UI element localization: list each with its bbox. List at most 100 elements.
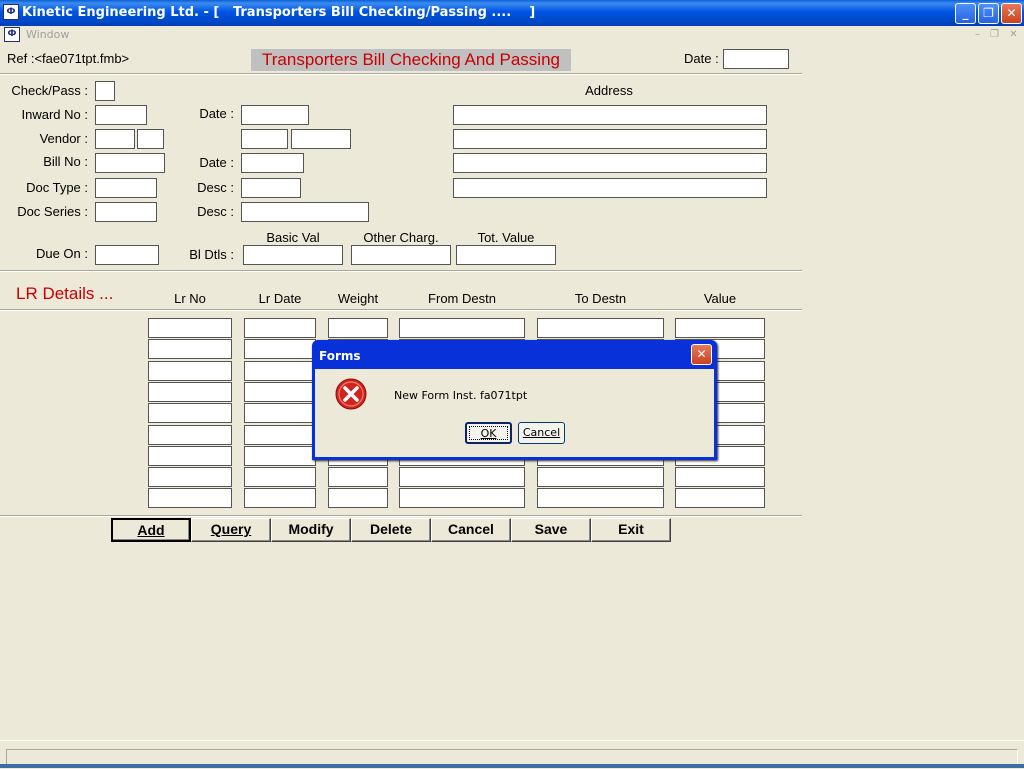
doc-series-field[interactable]	[95, 202, 157, 222]
basic-val-label: Basic Val	[266, 230, 320, 245]
lr-cell-lr-no[interactable]	[148, 425, 232, 445]
other-charg-field[interactable]	[351, 245, 451, 265]
dialog-ok-label: OK	[480, 427, 497, 440]
modify-button-label: Modify	[288, 521, 334, 537]
dialog-cancel-button[interactable]: Cancel	[518, 422, 565, 444]
lr-cell-lr-date[interactable]	[244, 382, 316, 402]
add-button[interactable]: Add	[111, 518, 191, 542]
lr-details-title: LR Details ...	[16, 284, 114, 303]
lr-cell-lr-date[interactable]	[244, 361, 316, 381]
lr-cell-weight[interactable]	[328, 467, 388, 487]
col-lr-date: Lr Date	[258, 291, 302, 306]
lr-cell-from-destn[interactable]	[399, 318, 525, 338]
other-charg-label: Other Charg.	[363, 230, 439, 245]
modify-button[interactable]: Modify	[271, 518, 351, 542]
divider	[0, 515, 802, 517]
doc-type-desc-label: Desc :	[197, 180, 234, 195]
lr-cell-from-destn[interactable]	[399, 467, 525, 487]
doc-type-label: Doc Type :	[26, 180, 88, 195]
lr-cell-from-destn[interactable]	[399, 488, 525, 508]
check-pass-checkbox[interactable]	[95, 81, 115, 101]
doc-series-label: Doc Series :	[17, 204, 88, 219]
bill-no-field[interactable]	[95, 153, 165, 173]
lr-cell-lr-date[interactable]	[244, 425, 316, 445]
lr-cell-to-destn[interactable]	[537, 318, 664, 338]
tot-value-label: Tot. Value	[477, 230, 535, 245]
col-value: Value	[703, 291, 737, 306]
inward-no-field[interactable]	[95, 105, 147, 125]
doc-type-field[interactable]	[95, 178, 157, 198]
dialog-message: New Form Inst. fa071tpt	[394, 389, 528, 402]
lr-cell-value[interactable]	[675, 488, 765, 508]
lr-cell-lr-no[interactable]	[148, 467, 232, 487]
lr-cell-lr-date[interactable]	[244, 467, 316, 487]
exit-button[interactable]: Exit	[591, 518, 671, 542]
lr-cell-weight[interactable]	[328, 318, 388, 338]
menu-window[interactable]: Window	[26, 28, 69, 41]
delete-button-label: Delete	[369, 521, 413, 537]
col-from-destn: From Destn	[428, 291, 496, 306]
lr-cell-lr-no[interactable]	[148, 488, 232, 508]
col-lr-no: Lr No	[174, 291, 206, 306]
lr-cell-lr-date[interactable]	[244, 339, 316, 359]
lr-cell-lr-no[interactable]	[148, 403, 232, 423]
cancel-button[interactable]: Cancel	[431, 518, 511, 542]
lr-cell-to-destn[interactable]	[537, 488, 664, 508]
lr-cell-lr-no[interactable]	[148, 361, 232, 381]
header-date-label: Date :	[684, 51, 719, 66]
doc-type-desc-field[interactable]	[241, 178, 301, 198]
lr-cell-lr-date[interactable]	[244, 403, 316, 423]
inward-date-field[interactable]	[241, 105, 309, 125]
save-button[interactable]: Save	[511, 518, 591, 542]
mdi-minimize-button[interactable]: –	[970, 28, 985, 41]
lr-cell-value[interactable]	[675, 467, 765, 487]
dialog-body: New Form Inst. fa071tpt OK Cancel	[315, 369, 714, 457]
bill-date-field[interactable]	[241, 153, 304, 173]
tot-value-field[interactable]	[456, 245, 556, 265]
basic-val-field[interactable]	[243, 245, 343, 265]
add-button-label: Add	[137, 522, 165, 538]
dialog-close-button[interactable]: ✕	[691, 344, 712, 365]
address-line-1[interactable]	[453, 105, 767, 125]
vendor-name-field-2[interactable]	[291, 129, 351, 149]
form-icon[interactable]: Ф	[4, 27, 20, 42]
due-on-field[interactable]	[95, 245, 159, 265]
vendor-subcode-field[interactable]	[137, 129, 164, 149]
dialog-title: Forms	[319, 349, 361, 363]
header-date-field[interactable]	[723, 49, 789, 69]
bill-date-label: Date :	[199, 155, 234, 170]
lr-cell-to-destn[interactable]	[537, 467, 664, 487]
lr-cell-lr-no[interactable]	[148, 339, 232, 359]
status-pane	[6, 749, 1018, 765]
dialog-ok-button[interactable]: OK	[465, 422, 512, 444]
lr-cell-lr-no[interactable]	[148, 318, 232, 338]
address-line-2[interactable]	[453, 129, 767, 149]
lr-cell-lr-no[interactable]	[148, 382, 232, 402]
mdi-close-button[interactable]: ✕	[1006, 28, 1021, 41]
lr-cell-lr-date[interactable]	[244, 446, 316, 466]
minimize-button[interactable]: _	[955, 3, 976, 24]
lr-cell-lr-no[interactable]	[148, 446, 232, 466]
lr-cell-value[interactable]	[675, 318, 765, 338]
page-title: Transporters Bill Checking And Passing	[251, 49, 571, 71]
close-button[interactable]: ✕	[1001, 3, 1022, 24]
doc-series-desc-field[interactable]	[241, 202, 369, 222]
address-line-4[interactable]	[453, 178, 767, 198]
due-on-label: Due On :	[35, 246, 88, 261]
restore-button[interactable]: ❐	[978, 3, 999, 24]
lr-cell-lr-date[interactable]	[244, 488, 316, 508]
mdi-restore-button[interactable]: ❐	[987, 28, 1002, 41]
col-to-destn: To Destn	[574, 291, 627, 306]
query-button-label: Query	[210, 521, 252, 537]
lr-cell-lr-date[interactable]	[244, 318, 316, 338]
bl-dtls-label: Bl Dtls :	[189, 247, 234, 262]
window-title: Kinetic Engineering Ltd. - [ Transporter…	[22, 5, 536, 20]
vendor-code-field[interactable]	[95, 129, 135, 149]
lr-cell-weight[interactable]	[328, 488, 388, 508]
bill-no-label: Bill No :	[43, 154, 88, 169]
delete-button[interactable]: Delete	[351, 518, 431, 542]
query-button[interactable]: Query	[191, 518, 271, 542]
vendor-name-field-1[interactable]	[241, 129, 288, 149]
address-line-3[interactable]	[453, 153, 767, 173]
app-icon[interactable]: Ф	[3, 4, 19, 20]
